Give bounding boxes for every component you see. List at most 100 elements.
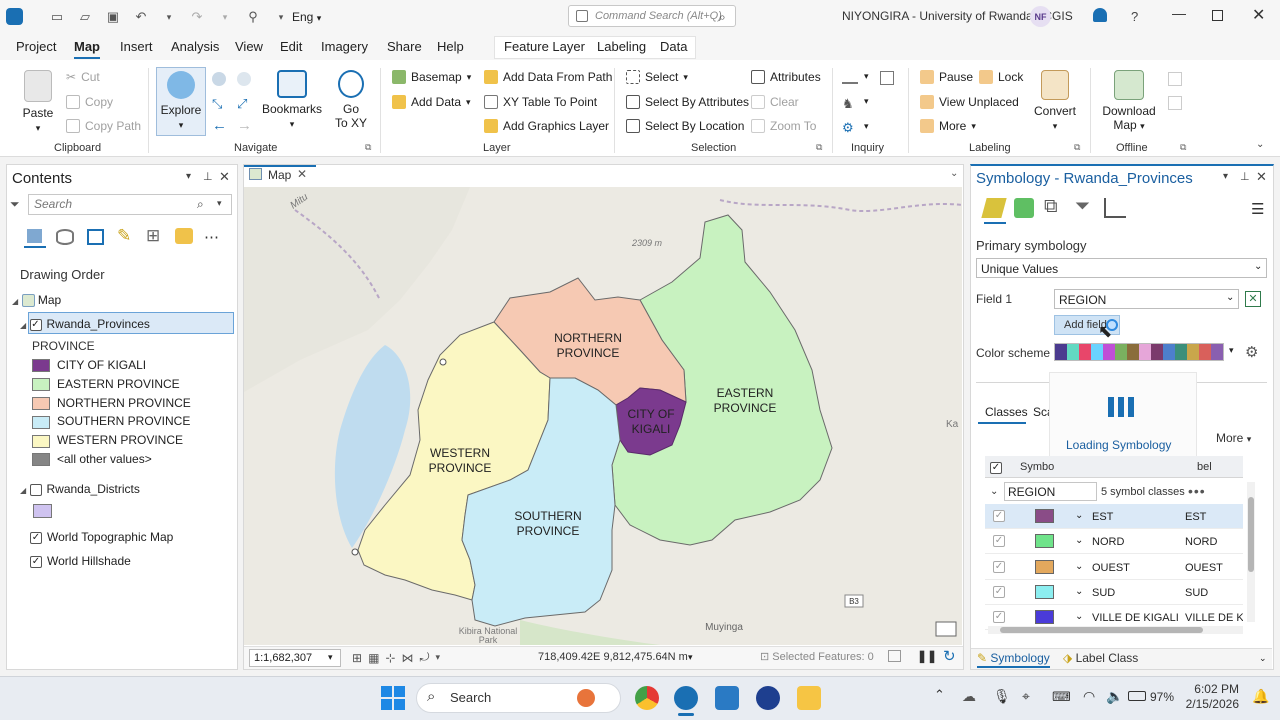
chrome-icon[interactable] (635, 686, 659, 710)
map-tree-node[interactable]: ◢ Map (12, 293, 61, 308)
tab-share[interactable]: Share (387, 39, 422, 54)
charts-icon[interactable] (1104, 198, 1126, 218)
symbol-class-row[interactable]: ✓ ⌄ EST EST (985, 504, 1243, 529)
fixed-zoom-in-icon[interactable]: ⤡ (212, 96, 222, 112)
symbol-class-row[interactable]: ✓ ⌄ SUD SUD (985, 580, 1243, 605)
close-tab-icon[interactable]: ✕ (297, 167, 307, 181)
add-data-from-path-button[interactable]: Add Data From Path (484, 70, 612, 84)
symbol-layer-drawing-icon[interactable] (1014, 198, 1034, 218)
legend-swatch[interactable] (32, 396, 50, 410)
wifi-icon[interactable]: ◠ (1083, 688, 1095, 705)
infographics-icon[interactable]: ♞ (842, 96, 854, 112)
lock-labels-button[interactable]: Lock (979, 70, 1023, 84)
legend-swatch[interactable] (32, 378, 50, 392)
chevron-down-icon[interactable]: ⌄ (1075, 510, 1083, 521)
rotate-icon[interactable]: ⤾ (419, 650, 429, 665)
chevron-down-icon[interactable]: ⌄ (1075, 611, 1083, 622)
list-by-data-source-icon[interactable] (56, 229, 74, 245)
chevron-down-icon[interactable]: ▾ (328, 652, 333, 663)
clock-time[interactable]: 6:02 PM (1187, 682, 1239, 696)
layer-visibility-checkbox[interactable]: ✓ (29, 318, 42, 331)
class-value[interactable]: VILLE DE KIGALI (1092, 612, 1179, 624)
sync-icon[interactable] (1168, 72, 1182, 86)
tab-insert[interactable]: Insert (120, 39, 153, 54)
legend-item[interactable]: SOUTHERN PROVINCE (32, 414, 190, 429)
tab-label-class[interactable]: ⬗ Label Class (1063, 651, 1138, 665)
color-scheme-ramp[interactable] (1054, 343, 1224, 361)
notifications-icon[interactable] (1093, 8, 1107, 22)
paste-button[interactable]: Paste ▾ (18, 70, 58, 135)
pan-tools-icon[interactable]: ⚲ (244, 8, 262, 26)
more-options-icon[interactable]: ⋯ (204, 228, 220, 246)
collapse-group-icon[interactable]: ⌄ (990, 486, 998, 497)
chevron-down-icon[interactable]: ▾ (688, 652, 693, 663)
chevron-down-icon[interactable]: ⌄ (1075, 561, 1083, 572)
vertical-scrollbar[interactable] (1247, 482, 1255, 622)
windows-start-icon[interactable] (381, 686, 405, 710)
refresh-icon[interactable]: ↻ (943, 647, 956, 665)
chevron-down-icon[interactable]: ▾ (864, 71, 869, 82)
previous-extent-icon[interactable]: ← (212, 117, 227, 134)
coordinate-conversion-icon[interactable]: ⚙ (842, 120, 854, 136)
select-button[interactable]: Select ▾ (626, 70, 688, 84)
teams-icon[interactable] (756, 686, 780, 710)
list-by-selection-icon[interactable] (87, 229, 104, 245)
class-symbol-swatch[interactable] (1035, 610, 1054, 625)
chevron-down-icon[interactable]: ⌄ (1075, 586, 1083, 597)
group-options-icon[interactable]: ••• (1188, 483, 1206, 499)
legend-swatch[interactable] (32, 434, 50, 448)
checkbox[interactable]: ✓ (990, 461, 1002, 474)
legend-item[interactable]: NORTHERN PROVINCE (32, 396, 191, 410)
go-to-xy-button[interactable]: Go To XY (332, 70, 370, 130)
pause-drawing-icon[interactable]: ❚❚ (917, 649, 937, 663)
battery-icon[interactable] (1128, 691, 1146, 701)
class-value[interactable]: EST (1092, 511, 1113, 523)
class-label[interactable]: NORD (1185, 536, 1243, 548)
class-label[interactable]: VILLE DE KIG (1185, 612, 1243, 624)
arcgis-app-icon[interactable] (715, 686, 739, 710)
class-symbol-swatch[interactable] (1035, 559, 1054, 574)
horizontal-scrollbar[interactable] (988, 626, 1243, 634)
legend-item[interactable]: CITY OF KIGALI (32, 358, 146, 373)
expand-triangle-icon[interactable]: ◢ (20, 321, 26, 330)
settings-gear-icon[interactable]: ⚙ (1245, 343, 1258, 361)
pin-icon[interactable]: ⊥ (203, 170, 213, 183)
layer-visibility-checkbox[interactable] (29, 483, 42, 496)
attributes-button[interactable]: Attributes (751, 70, 821, 84)
full-extent-icon[interactable] (212, 72, 226, 86)
class-value[interactable]: OUEST (1092, 562, 1130, 574)
scroll-toggle-icon[interactable] (888, 650, 901, 662)
field-1-select[interactable]: REGION (1054, 289, 1239, 309)
file-explorer-icon[interactable] (797, 686, 821, 710)
open-project-icon[interactable]: ▱ (76, 8, 94, 26)
legend-item[interactable]: EASTERN PROVINCE (32, 377, 180, 392)
close-window-icon[interactable]: ✕ (1252, 5, 1265, 25)
avatar[interactable]: NF (1030, 6, 1051, 27)
hamburger-menu-icon[interactable]: ☰ (1251, 200, 1264, 218)
chevron-down-icon[interactable]: ▾ (435, 652, 440, 663)
close-pane-icon[interactable]: ✕ (1256, 169, 1267, 185)
clock-date[interactable]: 2/15/2026 (1180, 697, 1239, 711)
tab-help[interactable]: Help (437, 39, 464, 54)
list-by-labeling-icon[interactable] (175, 228, 193, 244)
language-selector[interactable]: Eng ▾ (292, 10, 321, 24)
customize-qat-icon[interactable]: ▾ (272, 8, 290, 26)
list-by-editing-icon[interactable]: ✎ (117, 226, 131, 246)
legend-swatch[interactable] (32, 453, 50, 467)
chevron-down-icon[interactable]: ▾ (1229, 345, 1234, 356)
expand-triangle-icon[interactable]: ◢ (20, 486, 26, 495)
more-menu-button[interactable]: More ▾ (1216, 431, 1251, 445)
next-extent-icon[interactable]: → (237, 117, 252, 134)
arcgis-pro-taskbar-icon[interactable] (674, 686, 698, 710)
class-checkbox[interactable]: ✓ (993, 560, 1005, 573)
chevron-down-icon[interactable]: ⌄ (950, 168, 958, 179)
dialog-launcher-icon[interactable]: ⧉ (365, 142, 371, 153)
copy-button[interactable]: Copy (66, 95, 113, 109)
convert-button[interactable]: Convert ▾ (1032, 70, 1078, 133)
download-map-button[interactable]: Download Map ▾ (1100, 70, 1158, 133)
volume-icon[interactable]: 🔈 (1106, 688, 1123, 705)
chevron-down-icon[interactable]: ⌄ (1259, 653, 1267, 664)
tab-feature-layer[interactable]: Feature Layer (504, 39, 585, 54)
basemap-button[interactable]: Basemap ▾ (392, 70, 471, 84)
class-checkbox[interactable]: ✓ (993, 535, 1005, 548)
